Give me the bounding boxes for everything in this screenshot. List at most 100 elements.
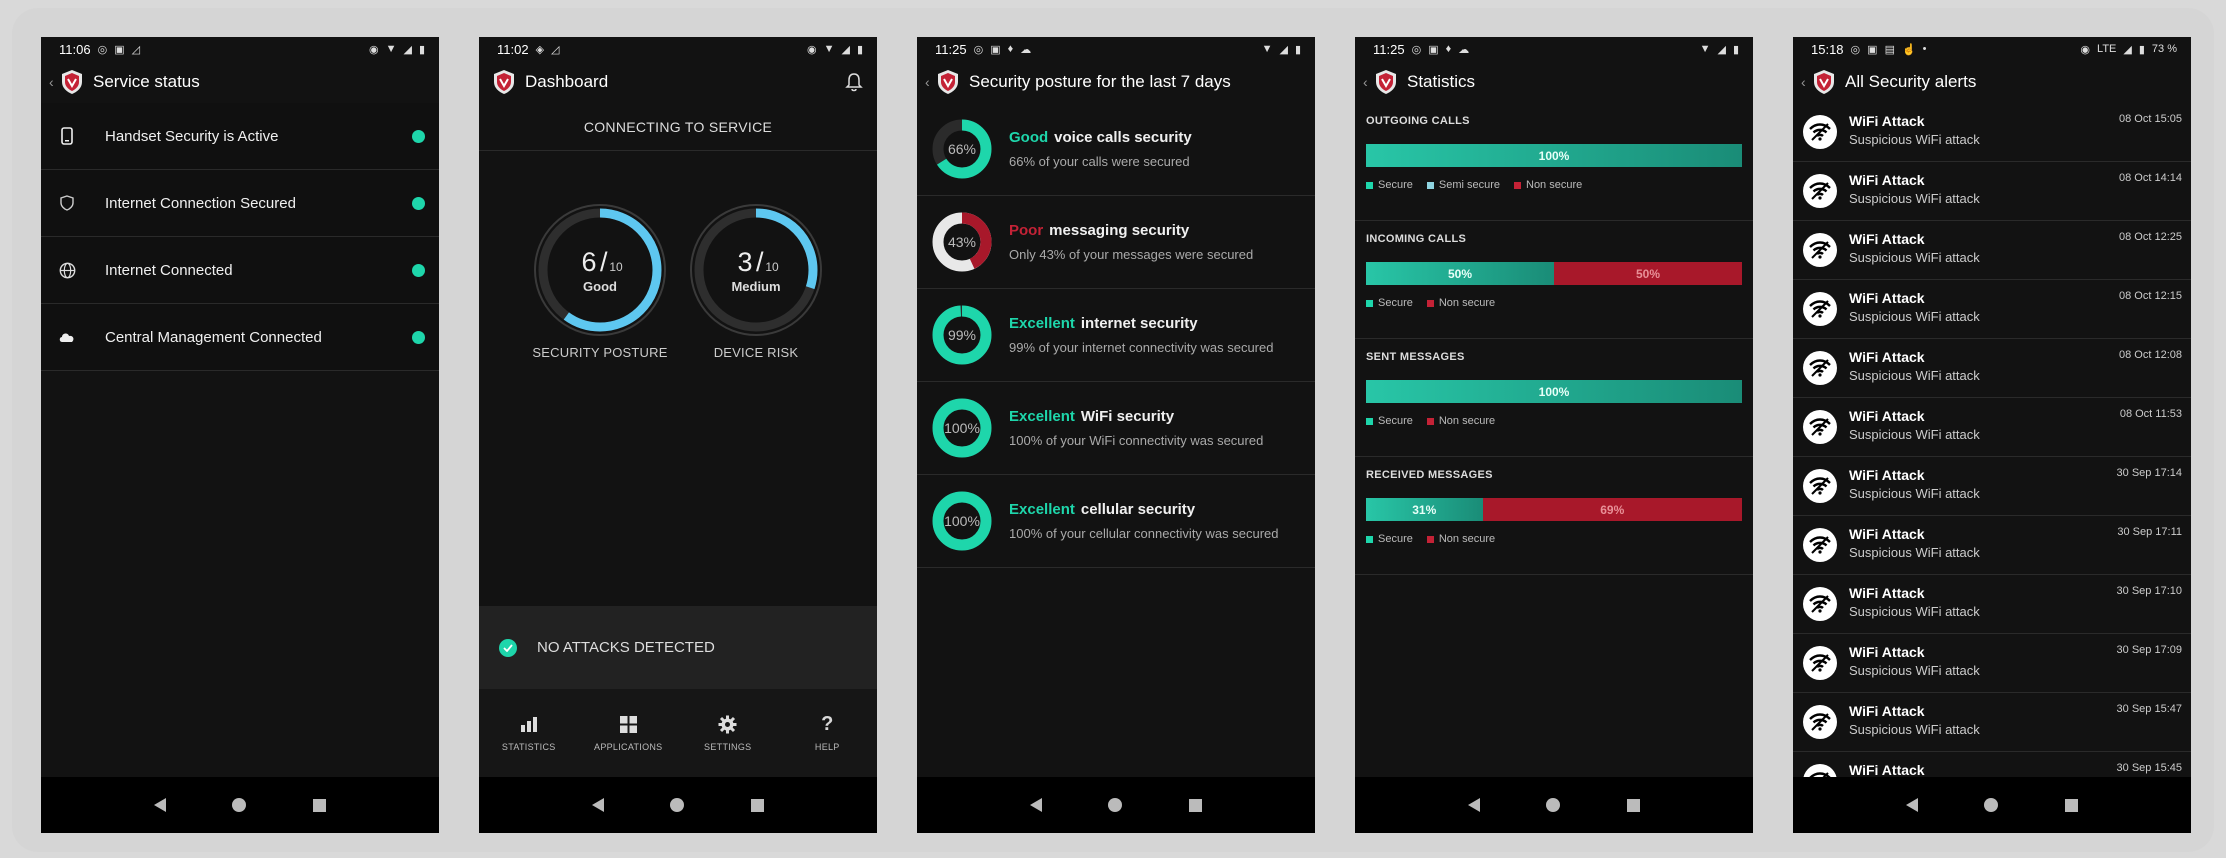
posture-row[interactable]: 99% Excellent internet security 99% of your…	[917, 289, 1315, 382]
no-attacks-banner[interactable]: NO ATTACKS DETECTED	[479, 606, 877, 689]
alert-row[interactable]: WiFi Attack Suspicious WiFi attack 30 Sep …	[1793, 575, 2191, 634]
alert-row[interactable]: WiFi Attack Suspicious WiFi attack 08 Oct …	[1793, 162, 2191, 221]
alert-subtitle: Suspicious WiFi attack	[1849, 309, 1980, 324]
stat-section: INCOMING CALLS 50% 50% Secure Non secure	[1355, 221, 1753, 339]
posture-row[interactable]: 43% Poor messaging security Only 43% of you…	[917, 196, 1315, 289]
posture-donut: 99%	[932, 305, 992, 365]
service-label: Handset Security is Active	[105, 127, 279, 145]
back-chevron-icon[interactable]: ‹	[1363, 74, 1373, 90]
nav-recents-icon[interactable]	[1188, 798, 1202, 812]
gauge-device-risk[interactable]: 3 / 10 Medium DEVICE RISK	[687, 201, 825, 360]
nav-back-icon[interactable]	[154, 798, 167, 812]
nav-home-icon[interactable]	[1108, 798, 1123, 812]
service-label: Internet Connection Secured	[105, 194, 296, 212]
posture-row[interactable]: 100% Excellent cellular security 100% of yo…	[917, 475, 1315, 568]
alert-row[interactable]: WiFi Attack Suspicious WiFi attack 08 Oct …	[1793, 103, 2191, 162]
legend-item: Non secure	[1426, 415, 1496, 427]
wifi-alert-icon	[1803, 705, 1837, 739]
shield-logo-icon	[1813, 69, 1835, 95]
mic-icon: ♦	[1445, 43, 1452, 55]
nav-home-icon[interactable]	[1546, 798, 1561, 812]
gauge-label: SECURITY POSTURE	[532, 345, 668, 360]
donut-percent: 99%	[948, 327, 976, 343]
nav-home-icon[interactable]	[1984, 798, 1999, 812]
status-time: 11:06	[59, 41, 91, 57]
stat-section: RECEIVED MESSAGES 31% 69% Secure Non secure	[1355, 457, 1753, 575]
stat-bar[interactable]: 100%	[1366, 380, 1742, 403]
gauge-security-posture[interactable]: 6 / 10 Good SECURITY POSTURE	[531, 201, 669, 360]
alert-title: WiFi Attack	[1849, 585, 1925, 601]
alert-text: WiFi Attack Suspicious WiFi attack	[1849, 644, 1980, 678]
image-icon: ▣	[1428, 43, 1439, 56]
donut-percent: 43%	[948, 234, 976, 250]
shield-logo-icon	[61, 69, 83, 95]
nav-recents-icon[interactable]	[2064, 798, 2078, 812]
bell-icon[interactable]	[845, 72, 863, 97]
legend-swatch	[1426, 535, 1434, 543]
nav-recents-icon[interactable]	[750, 798, 764, 812]
nav-home-icon[interactable]	[232, 798, 247, 812]
alert-title: WiFi Attack	[1849, 762, 1925, 778]
service-row-internet-connected[interactable]: Internet Connected	[41, 237, 439, 304]
nav-back-icon[interactable]	[592, 798, 605, 812]
status-dot	[412, 196, 425, 210]
nav-back-icon[interactable]	[1906, 798, 1919, 812]
nav-recents-icon[interactable]	[312, 798, 326, 812]
alert-row[interactable]: WiFi Attack Suspicious WiFi attack 30 Sep …	[1793, 634, 2191, 693]
alert-time: 08 Oct 14:14	[2119, 172, 2182, 184]
legend-label: Semi secure	[1438, 179, 1500, 191]
nav-home-icon[interactable]	[670, 798, 685, 812]
posture-subtext: 100% of your cellular connectivity was s…	[1009, 526, 1279, 541]
mic-icon: ♦	[1007, 43, 1014, 55]
wifi-alert-icon	[1803, 410, 1837, 444]
service-row-central-management[interactable]: Central Management Connected	[41, 304, 439, 371]
stat-bar[interactable]: 31% 69%	[1366, 498, 1742, 521]
stat-bar[interactable]: 50% 50%	[1366, 262, 1742, 285]
nav-applications[interactable]: APPLICATIONS	[583, 714, 673, 752]
alert-title: WiFi Attack	[1849, 408, 1925, 424]
alert-row[interactable]: WiFi Attack Suspicious WiFi attack 30 Sep …	[1793, 693, 2191, 752]
alert-row[interactable]: WiFi Attack Suspicious WiFi attack 08 Oct …	[1793, 280, 2191, 339]
eye-icon: ◉	[2080, 43, 2091, 56]
app-bar: Dashboard	[479, 61, 877, 103]
alert-time: 08 Oct 12:15	[2119, 290, 2182, 302]
posture-row[interactable]: 66% Good voice calls security 66% of your c…	[917, 103, 1315, 196]
legend-item: Secure	[1366, 415, 1413, 427]
legend-label: Non secure	[1438, 415, 1496, 427]
alert-text: WiFi Attack Suspicious WiFi attack	[1849, 703, 1980, 737]
stat-title: OUTGOING CALLS	[1366, 115, 1470, 127]
wifi-alert-icon	[1803, 528, 1837, 562]
alert-subtitle: Suspicious WiFi attack	[1849, 663, 1980, 678]
wifi-alert-icon	[1803, 646, 1837, 680]
app-bar: ‹ All Security alerts	[1793, 61, 2191, 103]
alert-row[interactable]: WiFi Attack Suspicious WiFi attack 30 Sep …	[1793, 457, 2191, 516]
alert-text: WiFi Attack Suspicious WiFi attack	[1849, 467, 1980, 501]
nav-help[interactable]: ? HELP	[782, 713, 872, 753]
back-chevron-icon[interactable]: ‹	[1801, 74, 1811, 90]
alert-time: 30 Sep 15:47	[2116, 703, 2182, 715]
service-row-handset[interactable]: Handset Security is Active	[41, 103, 439, 170]
posture-row[interactable]: 100% Excellent WiFi security 100% of your W…	[917, 382, 1315, 475]
alert-text: WiFi Attack Suspicious WiFi attack	[1849, 231, 1980, 265]
signal-icon: ◢	[1717, 43, 1726, 56]
phone-icon	[57, 127, 77, 145]
shield-logo-icon	[1375, 69, 1397, 95]
legend-label: Non secure	[1438, 533, 1496, 545]
service-row-internet-secured[interactable]: Internet Connection Secured	[41, 170, 439, 237]
nav-settings[interactable]: SETTINGS	[683, 714, 773, 752]
service-label: Internet Connected	[105, 261, 233, 279]
stat-bar[interactable]: 100%	[1366, 144, 1742, 167]
posture-heading: Excellent WiFi security	[1009, 408, 1263, 425]
nav-back-icon[interactable]	[1030, 798, 1043, 812]
cloud-icon: ☁	[1020, 43, 1032, 56]
back-chevron-icon[interactable]: ‹	[49, 74, 59, 90]
back-chevron-icon[interactable]: ‹	[925, 74, 935, 90]
nav-statistics[interactable]: STATISTICS	[484, 714, 574, 752]
alert-row[interactable]: WiFi Attack Suspicious WiFi attack 08 Oct …	[1793, 398, 2191, 457]
alert-row[interactable]: WiFi Attack Suspicious WiFi attack 08 Oct …	[1793, 221, 2191, 280]
stat-section: SENT MESSAGES 100% Secure Non secure	[1355, 339, 1753, 457]
nav-recents-icon[interactable]	[1626, 798, 1640, 812]
alert-row[interactable]: WiFi Attack Suspicious WiFi attack 30 Sep …	[1793, 516, 2191, 575]
nav-back-icon[interactable]	[1468, 798, 1481, 812]
alert-row[interactable]: WiFi Attack Suspicious WiFi attack 08 Oct …	[1793, 339, 2191, 398]
